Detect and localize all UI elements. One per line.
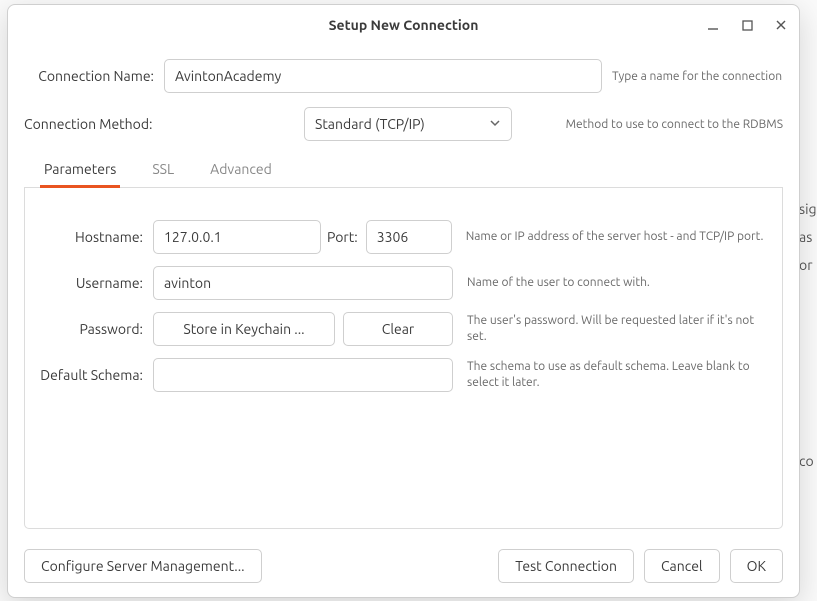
connection-method-value: Standard (TCP/IP) — [315, 116, 425, 132]
username-input[interactable] — [153, 266, 453, 300]
chevron-down-icon — [489, 116, 501, 132]
password-desc: The user's password. Will be requested l… — [467, 313, 766, 345]
password-label: Password: — [25, 321, 153, 337]
hostname-label: Hostname: — [25, 229, 153, 245]
setup-new-connection-dialog: Setup New Connection Connection Name: Ty… — [7, 4, 800, 598]
store-in-keychain-button[interactable]: Store in Keychain ... — [153, 312, 335, 346]
cancel-button[interactable]: Cancel — [644, 549, 720, 583]
connection-method-hint: Method to use to connect to the RDBMS — [522, 118, 783, 131]
row-default-schema: Default Schema: The schema to use as def… — [25, 352, 782, 398]
maximize-button[interactable] — [737, 15, 757, 35]
connection-name-input[interactable] — [164, 59, 602, 93]
test-connection-button[interactable]: Test Connection — [498, 549, 634, 583]
tab-ssl[interactable]: SSL — [148, 151, 178, 188]
maximize-icon — [742, 20, 753, 31]
minimize-icon — [707, 19, 719, 31]
minimize-button[interactable] — [703, 15, 723, 35]
connection-method-select[interactable]: Standard (TCP/IP) — [304, 107, 512, 141]
row-password: Password: Store in Keychain ... Clear Th… — [25, 306, 782, 352]
ok-button[interactable]: OK — [730, 549, 783, 583]
default-schema-label: Default Schema: — [25, 367, 153, 383]
port-input[interactable] — [366, 220, 452, 254]
tab-advanced[interactable]: Advanced — [206, 151, 276, 188]
password-buttons: Store in Keychain ... Clear — [153, 312, 453, 346]
titlebar: Setup New Connection — [8, 5, 799, 45]
background-window-text: sig as or co — [799, 0, 817, 601]
default-schema-input[interactable] — [153, 358, 453, 392]
row-username: Username: Name of the user to connect wi… — [25, 260, 782, 306]
row-connection-method: Connection Method: Standard (TCP/IP) Met… — [8, 97, 799, 151]
clear-password-button[interactable]: Clear — [343, 312, 453, 346]
username-label: Username: — [25, 275, 153, 291]
row-hostname: Hostname: Port: Name or IP address of th… — [25, 214, 782, 260]
close-button[interactable] — [771, 15, 791, 35]
hostname-input[interactable] — [153, 220, 321, 254]
window-title: Setup New Connection — [329, 17, 479, 33]
connection-name-hint: Type a name for the connection — [612, 70, 783, 83]
configure-server-management-button[interactable]: Configure Server Management... — [24, 549, 262, 583]
connection-method-label: Connection Method: — [24, 116, 184, 132]
default-schema-desc: The schema to use as default schema. Lea… — [467, 359, 766, 391]
connection-name-label: Connection Name: — [24, 68, 164, 84]
hostname-desc: Name or IP address of the server host - … — [466, 229, 766, 245]
port-label: Port: — [321, 229, 366, 245]
tabbar: Parameters SSL Advanced — [24, 151, 783, 188]
username-desc: Name of the user to connect with. — [467, 275, 766, 291]
dialog-footer: Configure Server Management... Test Conn… — [8, 539, 799, 597]
close-icon — [775, 19, 787, 31]
tab-parameters[interactable]: Parameters — [40, 151, 120, 188]
window-controls — [703, 5, 791, 45]
row-connection-name: Connection Name: Type a name for the con… — [8, 45, 799, 97]
parameters-panel: Hostname: Port: Name or IP address of th… — [24, 188, 783, 529]
